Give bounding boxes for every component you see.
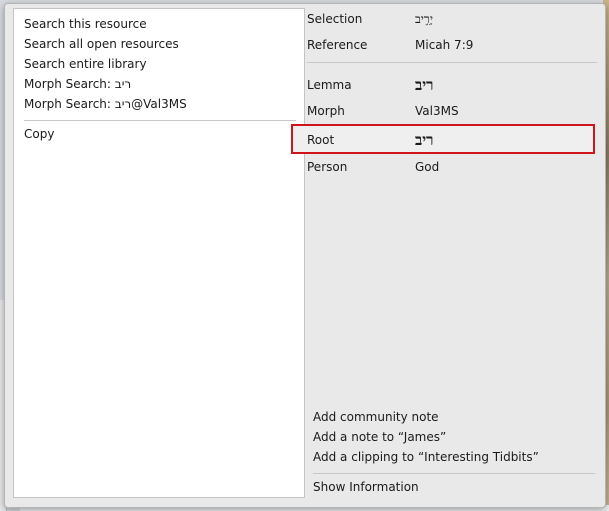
show-information-link[interactable]: Show Information <box>313 478 419 496</box>
root-value[interactable]: ריב <box>415 129 434 151</box>
menu-item-morph-search-lemma[interactable]: Morph Search: ריב <box>24 75 131 93</box>
add-community-note-link[interactable]: Add community note <box>313 408 439 426</box>
info-row-person: Person God <box>307 156 597 180</box>
lemma-value[interactable]: ריב <box>415 74 434 96</box>
info-row-root: Root ריב <box>307 129 597 153</box>
person-value[interactable]: God <box>415 156 439 178</box>
reference-label: Reference <box>307 38 368 52</box>
info-row-lemma: Lemma ריב <box>307 74 597 98</box>
add-clipping-link[interactable]: Add a clipping to “Interesting Tidbits” <box>313 448 539 466</box>
morph-label: Morph <box>307 104 345 118</box>
morph-value[interactable]: Val3MS <box>415 100 459 122</box>
info-row-morph: Morph Val3MS <box>307 100 597 124</box>
menu-item-morph-search-full[interactable]: Morph Search: ריב@Val3MS <box>24 95 187 113</box>
info-row-selection: Selection יָרִ֣יב <box>307 8 597 32</box>
menu-item-copy[interactable]: Copy <box>24 125 54 143</box>
context-popup: Search this resource Search all open res… <box>4 3 606 508</box>
root-label: Root <box>307 133 335 147</box>
selection-value: יָרִ֣יב <box>415 12 433 26</box>
menu-item-search-open-resources[interactable]: Search all open resources <box>24 35 179 53</box>
selection-label: Selection <box>307 12 363 26</box>
info-row-reference: Reference Micah 7:9 <box>307 34 597 58</box>
menu-item-search-library[interactable]: Search entire library <box>24 55 147 73</box>
lemma-label: Lemma <box>307 78 352 92</box>
actions-divider <box>313 473 595 474</box>
menu-item-search-resource[interactable]: Search this resource <box>24 15 147 33</box>
person-label: Person <box>307 160 348 174</box>
info-divider <box>307 62 597 63</box>
menu-divider <box>24 120 296 121</box>
context-menu: Search this resource Search all open res… <box>13 8 305 498</box>
reference-value[interactable]: Micah 7:9 <box>415 34 473 56</box>
add-note-link[interactable]: Add a note to “James” <box>313 428 446 446</box>
